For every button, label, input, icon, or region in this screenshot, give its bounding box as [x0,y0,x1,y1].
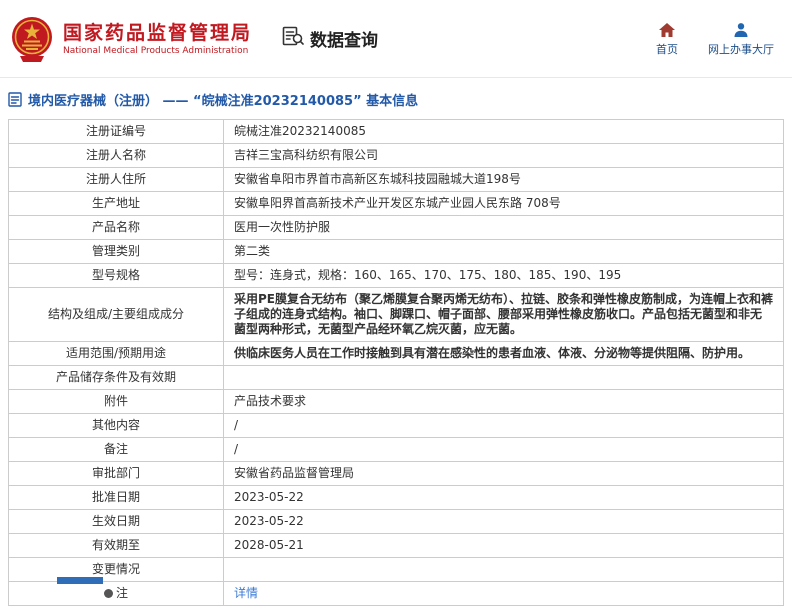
org-names: 国家药品监督管理局 National Medical Products Admi… [63,21,252,57]
table-row: 注册人名称 吉祥三宝高科纺织有限公司 [8,143,784,168]
table-row: 型号规格 型号：连身式，规格：160、165、170、175、180、185、19… [8,263,784,288]
row-value [223,557,784,582]
page: 国家药品监督管理局 National Medical Products Admi… [0,0,792,606]
row-value: 型号：连身式，规格：160、165、170、175、180、185、190、19… [223,263,784,288]
nav-home-label: 首页 [656,42,678,56]
row-value: 吉祥三宝高科纺织有限公司 [223,143,784,168]
row-label: 管理类别 [8,239,224,264]
table-row: 注详情 [8,581,784,606]
row-value: 安徽省药品监督管理局 [223,461,784,486]
row-label: 备注 [8,437,224,462]
site-header: 国家药品监督管理局 National Medical Products Admi… [0,0,792,78]
row-value [223,365,784,390]
national-emblem-icon [10,15,54,63]
note-icon [103,589,113,598]
data-query-section[interactable]: 数据查询 [282,26,378,51]
row-label: 注册人名称 [8,143,224,168]
nav-service-hall[interactable]: 网上办事大厅 [708,21,774,57]
org-name-cn: 国家药品监督管理局 [63,21,253,44]
row-value: 安徽阜阳界首高新技术产业开发区东城产业园人民东路 708号 [223,191,784,216]
row-value: 医用一次性防护服 [223,215,784,240]
row-label: 适用范围/预期用途 [8,341,224,366]
home-icon [658,21,676,38]
row-label: 生产地址 [8,191,224,216]
table-row: 产品名称 医用一次性防护服 [8,215,784,240]
row-label: 结构及组成/主要组成成分 [8,287,224,342]
table-row: 变更情况 [8,557,784,582]
table-row: 生效日期 2023-05-22 [8,509,784,534]
row-label: 有效期至 [8,533,224,558]
data-query-icon [282,26,304,51]
row-label: 批准日期 [8,485,224,510]
org-name-en: National Medical Products Administration [63,45,249,56]
row-value: 产品技术要求 [223,389,784,414]
row-label: 注 [8,581,224,606]
row-label: 注册人住所 [8,167,224,192]
table-row: 有效期至 2028-05-21 [8,533,784,558]
table-row: 产品储存条件及有效期 [8,365,784,390]
data-query-label: 数据查询 [310,31,379,51]
row-value: 2023-05-22 [223,509,784,534]
table-row: 生产地址 安徽阜阳界首高新技术产业开发区东城产业园人民东路 708号 [8,191,784,216]
detail-link[interactable]: 详情 [234,586,258,600]
site-logo[interactable]: 国家药品监督管理局 National Medical Products Admi… [10,15,252,63]
table-row: 注册证编号 皖械注准20232140085 [8,119,784,144]
nav-home[interactable]: 首页 [656,21,678,57]
table-row: 其他内容 / [8,413,784,438]
table-row: 批准日期 2023-05-22 [8,485,784,510]
footer-partial [57,577,103,584]
person-icon [733,21,749,38]
top-nav: 首页 网上办事大厅 [656,21,774,57]
row-value: 第二类 [223,239,784,264]
row-label: 附件 [8,389,224,414]
row-label: 注册证编号 [8,119,224,144]
table-row: 管理类别 第二类 [8,239,784,264]
table-row: 附件 产品技术要求 [8,389,784,414]
row-value: 采用PE膜复合无纺布（聚乙烯膜复合聚丙烯无纺布）、拉链、胶条和弹性橡皮筋制成，为… [223,287,784,342]
table-row: 结构及组成/主要组成成分 采用PE膜复合无纺布（聚乙烯膜复合聚丙烯无纺布）、拉链、… [8,287,784,342]
info-table-body: 注册证编号 皖械注准20232140085 注册人名称 吉祥三宝高科纺织有限公司 注册人… [8,119,784,606]
row-value: 2028-05-21 [223,533,784,558]
row-value: / [223,413,784,438]
table-row: 适用范围/预期用途 供临床医务人员在工作时接触到具有潜在感染性的患者血液、体液、分… [8,341,784,366]
row-value: 安徽省阜阳市界首市高新区东城科技园融城大道198号 [223,167,784,192]
row-label: 生效日期 [8,509,224,534]
row-label: 产品名称 [8,215,224,240]
row-value: 皖械注准20232140085 [223,119,784,144]
breadcrumb: 境内医疗器械（注册） —— “皖械注准20232140085” 基本信息 [0,78,792,117]
breadcrumb-text: 境内医疗器械（注册） —— “皖械注准20232140085” 基本信息 [28,94,419,109]
row-label: 其他内容 [8,413,224,438]
nav-hall-label: 网上办事大厅 [708,42,774,56]
info-table: 注册证编号 皖械注准20232140085 注册人名称 吉祥三宝高科纺织有限公司 注册人… [8,119,784,606]
row-value: 供临床医务人员在工作时接触到具有潜在感染性的患者血液、体液、分泌物等提供阻隔、防… [223,341,784,366]
row-label: 产品储存条件及有效期 [8,365,224,390]
row-value: 2023-05-22 [223,485,784,510]
row-label: 审批部门 [8,461,224,486]
row-label: 型号规格 [8,263,224,288]
row-value: / [223,437,784,462]
row-value: 详情 [223,581,784,606]
table-row: 备注 / [8,437,784,462]
table-row: 注册人住所 安徽省阜阳市界首市高新区东城科技园融城大道198号 [8,167,784,192]
document-icon [8,92,22,107]
row-label: 变更情况 [8,557,224,582]
table-row: 审批部门 安徽省药品监督管理局 [8,461,784,486]
